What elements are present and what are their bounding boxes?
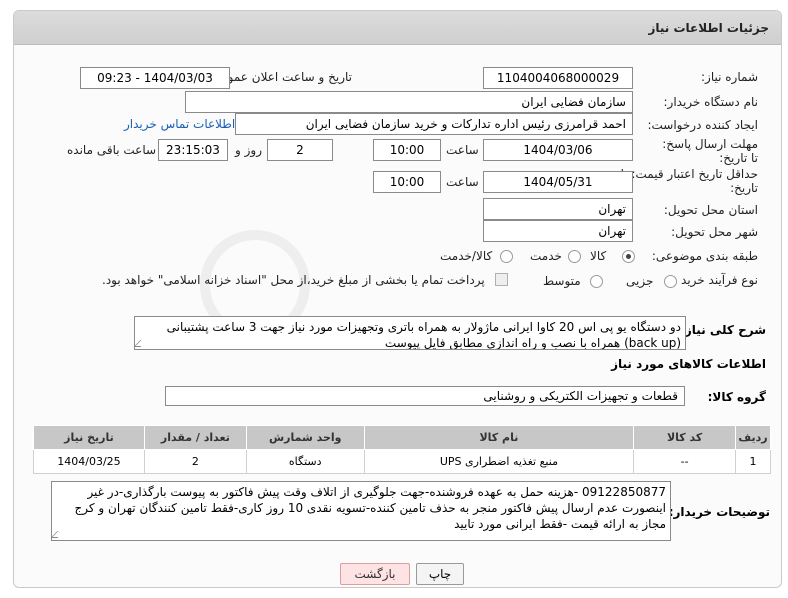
description-text: دو دستگاه یو پی اس 20 کاوا ایرانی ماژولا… bbox=[166, 320, 681, 350]
creator-label: ایجاد کننده درخواست: bbox=[647, 118, 758, 132]
cell-unit: دستگاه bbox=[245, 449, 365, 474]
price-validity-time: 10:00 bbox=[373, 171, 441, 193]
deadline-time-label: ساعت bbox=[446, 143, 479, 157]
category-option-goods-service: کالا/خدمت bbox=[440, 249, 493, 263]
print-button[interactable]: چاپ bbox=[416, 563, 464, 585]
city-label: شهر محل تحویل: bbox=[671, 225, 758, 239]
process-label: نوع فرآیند خرید : bbox=[673, 273, 758, 287]
category-option-goods: کالا bbox=[590, 249, 607, 263]
buyer-notes-textarea[interactable]: 09122850877 -هزینه حمل به عهده فروشنده-ج… bbox=[51, 481, 671, 541]
treasury-payment-note: پرداخت تمام یا بخشی از مبلغ خرید،از محل … bbox=[102, 273, 485, 287]
description-textarea[interactable]: دو دستگاه یو پی اس 20 کاوا ایرانی ماژولا… bbox=[134, 316, 686, 350]
province-label: استان محل تحویل: bbox=[663, 203, 758, 217]
category-radio-goods-service[interactable] bbox=[500, 250, 513, 263]
buyer-notes-text: 09122850877 -هزینه حمل به عهده فروشنده-ج… bbox=[74, 485, 667, 531]
category-radio-service[interactable] bbox=[568, 250, 581, 263]
price-validity-time-label: ساعت bbox=[446, 175, 479, 189]
announce-value: 1404/03/03 - 09:23 bbox=[80, 67, 230, 89]
panel-title: جزئیات اطلاعات نیاز bbox=[14, 11, 781, 45]
deadline-time: 10:00 bbox=[373, 139, 441, 161]
cell-qty: 2 bbox=[143, 449, 247, 474]
table-row: 1 -- منبع تغذیه اضطراری UPS دستگاه 2 140… bbox=[33, 449, 771, 474]
creator-value: احمد قرامرزی رئیس اداره تدارکات و خرید س… bbox=[235, 113, 633, 135]
process-radio-medium[interactable] bbox=[590, 275, 603, 288]
contact-info-link[interactable]: اطلاعات تماس خریدار bbox=[124, 117, 235, 131]
cell-name: منبع تغذیه اضطراری UPS bbox=[363, 449, 635, 474]
resize-handle-icon[interactable] bbox=[135, 340, 148, 347]
need-number-label: شماره نیاز: bbox=[701, 70, 758, 84]
remaining-time: 23:15:03 bbox=[158, 139, 228, 161]
category-radio-goods[interactable] bbox=[622, 250, 635, 263]
back-button[interactable]: بازگشت bbox=[340, 563, 410, 585]
treasury-payment-checkbox[interactable] bbox=[495, 273, 508, 286]
price-validity-label: حداقل تاریخ اعتبار قیمت: تا تاریخ: bbox=[620, 167, 758, 195]
goods-group-value: قطعات و تجهیزات الکتریکی و روشنایی bbox=[165, 386, 685, 406]
process-option-minor: جزیی bbox=[626, 274, 654, 288]
goods-table: ردیف کد کالا نام کالا واحد شمارش تعداد /… bbox=[33, 425, 771, 474]
cell-date: 1404/03/25 bbox=[33, 449, 145, 474]
col-name-header: نام کالا bbox=[363, 425, 635, 450]
days-value: 2 bbox=[267, 139, 333, 161]
buyer-value: سازمان فضایی ایران bbox=[185, 91, 633, 113]
goods-section-title: اطلاعات کالاهای مورد نیاز bbox=[611, 357, 766, 371]
days-label: روز و bbox=[235, 143, 262, 157]
process-option-medium: متوسط bbox=[543, 274, 581, 288]
resize-handle-icon[interactable] bbox=[52, 531, 65, 538]
category-label: طبقه بندی موضوعی: bbox=[651, 249, 758, 263]
buyer-notes-label: توضیحات خریدار: bbox=[668, 505, 770, 519]
cell-code: -- bbox=[633, 449, 737, 474]
goods-group-label: گروه کالا: bbox=[707, 390, 766, 404]
need-number-value: 1104004068000029 bbox=[483, 67, 633, 89]
remaining-label: ساعت باقی مانده bbox=[67, 143, 157, 157]
city-value: تهران bbox=[483, 220, 633, 242]
deadline-date: 1404/03/06 bbox=[483, 139, 633, 161]
process-radio-minor[interactable] bbox=[664, 275, 677, 288]
price-validity-date: 1404/05/31 bbox=[483, 171, 633, 193]
deadline-label: مهلت ارسال پاسخ: تا تاریخ: bbox=[662, 137, 758, 165]
category-option-service: خدمت bbox=[530, 249, 562, 263]
buyer-label: نام دستگاه خریدار: bbox=[663, 95, 759, 109]
col-qty-header: تعداد / مقدار bbox=[143, 425, 247, 450]
col-code-header: کد کالا bbox=[633, 425, 737, 450]
description-label: شرح کلی نیاز: bbox=[680, 323, 766, 337]
col-date-header: تاریخ نیاز bbox=[33, 425, 145, 450]
col-unit-header: واحد شمارش bbox=[245, 425, 365, 450]
province-value: تهران bbox=[483, 198, 633, 220]
cell-row: 1 bbox=[735, 449, 771, 474]
table-header-row: ردیف کد کالا نام کالا واحد شمارش تعداد /… bbox=[33, 425, 771, 450]
col-row-header: ردیف bbox=[735, 425, 771, 450]
